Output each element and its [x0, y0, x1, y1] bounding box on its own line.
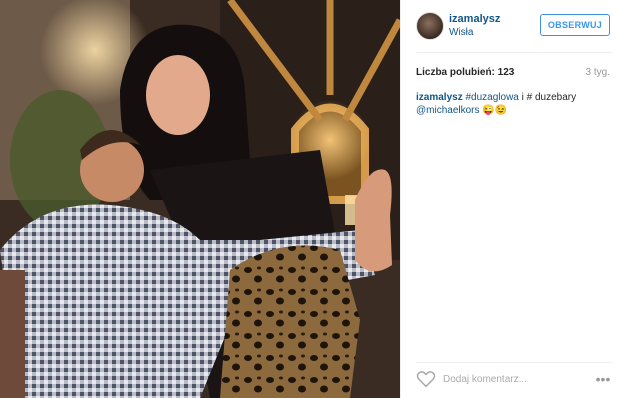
post-photo[interactable] — [0, 0, 400, 398]
photo-illustration — [0, 0, 400, 398]
comment-input[interactable]: Dodaj komentarz... — [443, 374, 527, 385]
post-header: izamalysz Wisła OBSERWUJ — [416, 12, 612, 40]
caption-text: i # duzebary — [518, 92, 577, 103]
post-side-panel: izamalysz Wisła OBSERWUJ Liczba polubień… — [400, 0, 623, 398]
likes-count[interactable]: Liczba polubień: 123 — [416, 67, 514, 78]
more-options-icon[interactable]: ••• — [594, 370, 612, 388]
follow-button[interactable]: OBSERWUJ — [540, 14, 610, 36]
like-heart-icon[interactable] — [416, 370, 436, 388]
post-time: 3 tyg. — [585, 67, 610, 78]
avatar[interactable] — [416, 12, 444, 40]
footer-divider — [416, 362, 612, 363]
instagram-post: izamalysz Wisła OBSERWUJ Liczba polubień… — [0, 0, 623, 398]
mention-link[interactable]: @michaelkors — [416, 105, 480, 116]
caption-emoji: 😜😉 — [479, 105, 508, 116]
post-footer: Dodaj komentarz... ••• — [416, 370, 612, 392]
post-caption: izamalysz #duzaglowa i # duzebary @micha… — [416, 91, 612, 117]
heart-outline-icon — [416, 371, 436, 388]
location-link[interactable]: Wisła — [449, 27, 473, 38]
hashtag-link[interactable]: #duzaglowa — [465, 92, 518, 103]
caption-username[interactable]: izamalysz — [416, 92, 463, 103]
username-link[interactable]: izamalysz — [449, 13, 500, 25]
header-divider — [416, 52, 612, 53]
